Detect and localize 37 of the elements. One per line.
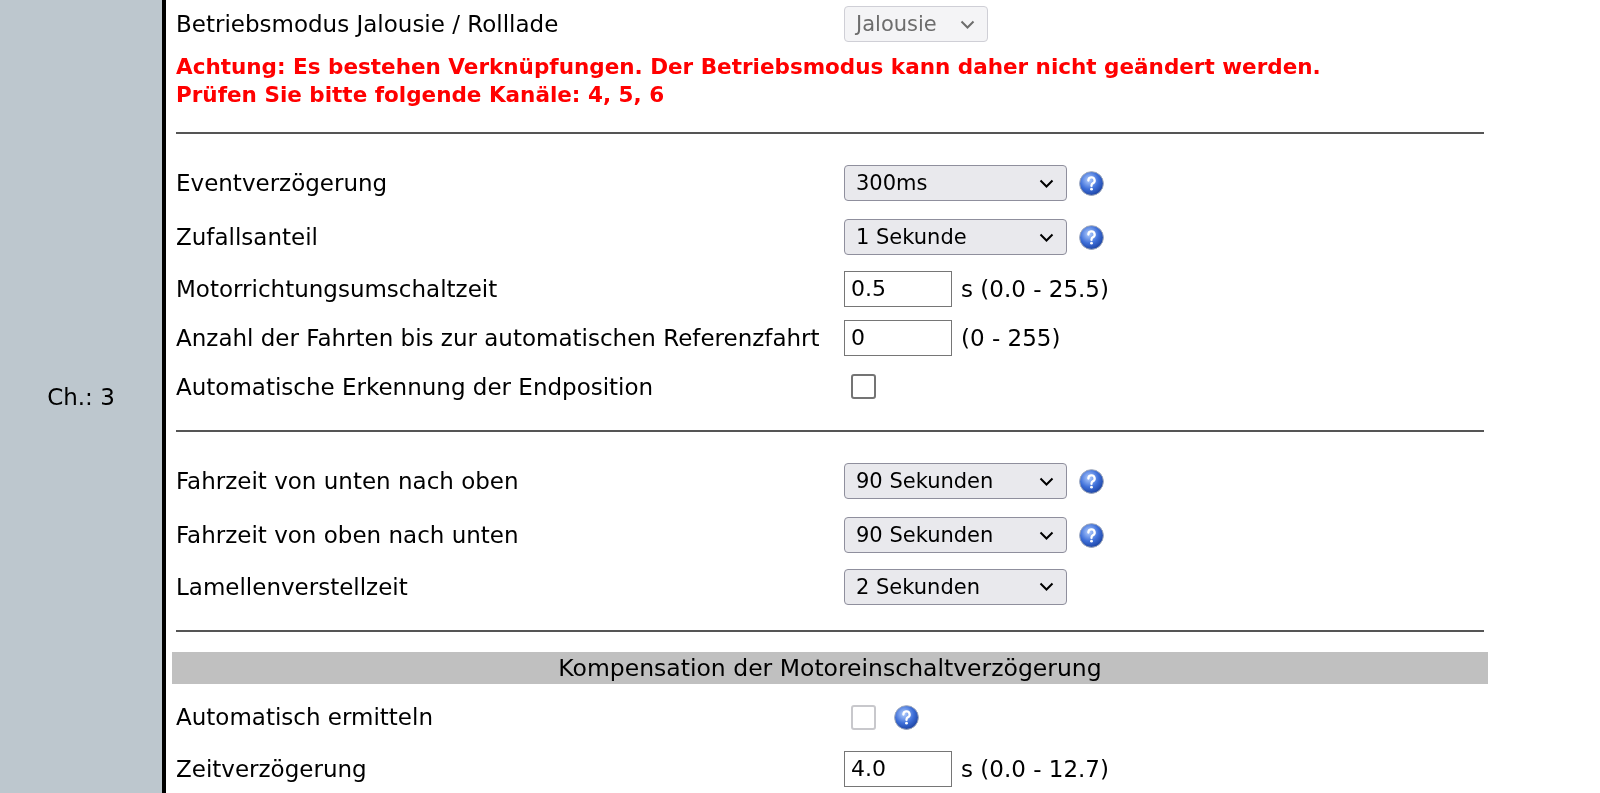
setting-label: Zeitverzögerung bbox=[176, 755, 367, 782]
chevron-down-icon bbox=[1039, 232, 1054, 242]
range-hint: s (0.0 - 12.7) bbox=[961, 754, 1109, 783]
value-select[interactable]: 90 Sekunden bbox=[844, 517, 1067, 554]
setting-label: Lamellenverstellzeit bbox=[176, 573, 408, 600]
setting-label: Automatische Erkennung der Endposition bbox=[176, 373, 654, 400]
section-header: Kompensation der Motoreinschaltverzögerung bbox=[172, 652, 1488, 684]
chevron-down-icon bbox=[1039, 582, 1054, 592]
checkbox[interactable] bbox=[851, 374, 876, 400]
help-icon[interactable] bbox=[1079, 522, 1104, 548]
range-hint: s (0.0 - 25.5) bbox=[961, 274, 1109, 303]
setting-label: Anzahl der Fahrten bis zur automatischen Referenzfahrt bbox=[176, 324, 820, 351]
setting-label: Betriebsmodus Jalousie / Rolllade bbox=[176, 11, 559, 38]
range-hint: (0 - 255) bbox=[961, 323, 1061, 352]
value-input[interactable]: 0.5 bbox=[844, 270, 952, 307]
setting-label: Motorrichtungsumschaltzeit bbox=[176, 275, 498, 302]
chevron-down-icon bbox=[1039, 530, 1054, 540]
chevron-down-icon bbox=[1039, 178, 1054, 188]
warning-text: Achtung: Es bestehen Verknüpfungen. Der Betriebsmodus kann daher nicht geändert werden. bbox=[176, 53, 1321, 82]
chevron-down-icon bbox=[960, 19, 975, 29]
help-icon[interactable] bbox=[1079, 224, 1104, 250]
setting-label: Fahrzeit von oben nach unten bbox=[176, 522, 519, 549]
value-input[interactable]: 0 bbox=[844, 319, 952, 356]
setting-label: Zufallsanteil bbox=[176, 224, 318, 251]
value-select[interactable]: 2 Sekunden bbox=[844, 568, 1067, 605]
help-icon[interactable] bbox=[1079, 468, 1104, 494]
chevron-down-icon bbox=[1039, 476, 1054, 486]
value-select[interactable]: 300ms bbox=[844, 165, 1067, 202]
setting-label: Eventverzögerung bbox=[176, 170, 388, 197]
setting-label: Fahrzeit von unten nach oben bbox=[176, 468, 519, 495]
help-icon[interactable] bbox=[1079, 170, 1104, 196]
value-select[interactable]: 90 Sekunden bbox=[844, 463, 1067, 500]
setting-label: Automatisch ermitteln bbox=[176, 704, 433, 730]
value-select[interactable]: 1 Sekunde bbox=[844, 219, 1067, 256]
value-input[interactable]: 4.0 bbox=[844, 750, 952, 787]
channel-label: Ch.: 3 bbox=[47, 382, 115, 411]
warning-text: Prüfen Sie bitte folgende Kanäle: 4, 5, 6 bbox=[176, 81, 665, 110]
